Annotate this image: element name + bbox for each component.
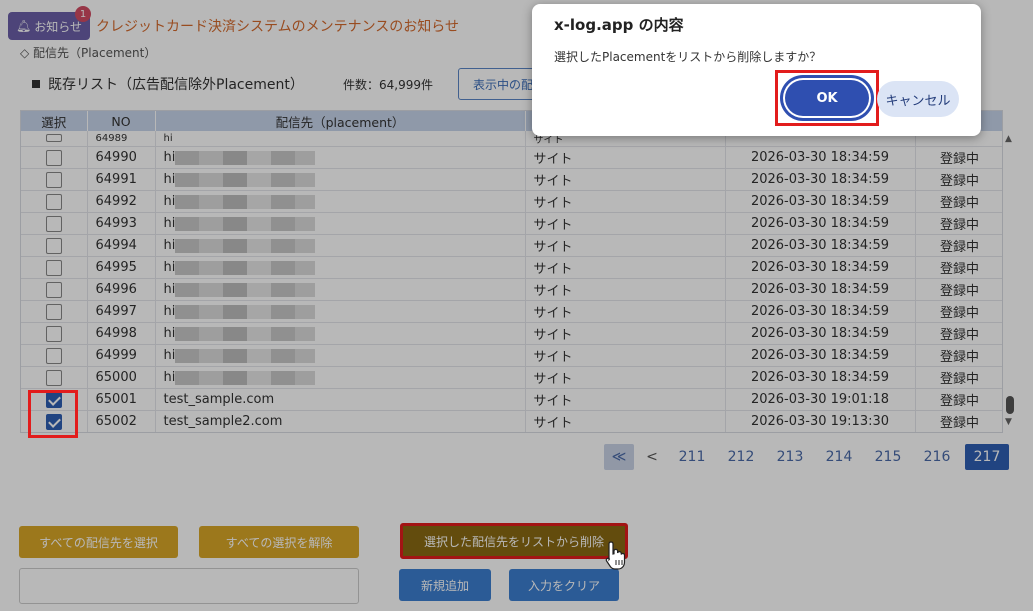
checkbox-highlight-frame: [28, 390, 78, 438]
hand-pointer-icon: [605, 541, 626, 570]
dialog-message: 選択したPlacementをリストから削除しますか？: [554, 50, 822, 64]
confirm-dialog: x-log.app の内容 選択したPlacementをリストから削除しますか？…: [532, 4, 981, 136]
dialog-title: x-log.app の内容: [554, 16, 684, 34]
ok-button[interactable]: OK: [783, 78, 871, 118]
cancel-button[interactable]: キャンセル: [877, 81, 959, 117]
